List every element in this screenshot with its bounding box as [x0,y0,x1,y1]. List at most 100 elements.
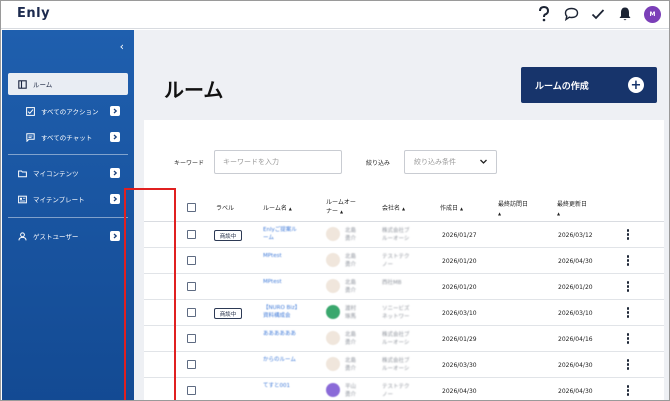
company-name-line1: 西社MB [382,280,402,286]
more-vert-icon[interactable] [626,385,630,396]
sidebar-item-label: マイテンプレート [33,196,85,204]
room-name-link[interactable]: MPtest [263,278,311,286]
owner-name-line1: 北島 [345,332,357,338]
col-owner-line2: ナー [326,208,339,215]
room-name-line2: 資料構成会 [263,313,291,319]
company-name-line1: ソニービズ [382,306,410,312]
company-name: テストテク ノー [382,253,410,269]
avatar[interactable]: M [644,5,661,23]
room-name-highlight [124,188,176,400]
company-name-line1: 株式会社ブ [382,332,410,338]
more-vert-icon[interactable] [626,255,630,266]
table-row[interactable]: MPtest 北島 勇介 テストテク ノー 2026/01/20 2026/04/30 [144,248,664,274]
company-name: 西社MB [382,279,402,287]
row-checkbox[interactable] [187,256,196,265]
col-label: ラベル [216,205,235,212]
sidebar-item-all-chats[interactable]: すべてのチャット [8,126,128,148]
row-checkbox[interactable] [187,360,196,369]
rooms-panel: キーワード キーワードを入力 絞り込み 絞り込み条件 ラベル ルーム名 ▲ ルー… [144,120,664,400]
room-name-link[interactable]: からのルーム [263,356,311,364]
enly-logo[interactable]: Enly [17,6,50,21]
select-all-checkbox[interactable] [187,203,196,212]
room-icon [18,79,27,89]
check-icon[interactable] [590,5,606,23]
table-row[interactable]: MPtest 北島 勇介 西社MB 2026/01/20 2026/01/20 [144,274,664,300]
more-vert-icon[interactable] [626,229,630,240]
keyword-label: キーワード [174,160,205,167]
owner-avatar [326,357,340,371]
row-checkbox[interactable] [187,282,196,291]
table-row[interactable]: てすと001 平山 勇介 テストテク ノー 2026/04/30 2026/04/30 [144,378,664,400]
sidebar-item-guest-users[interactable]: ゲストユーザー [8,225,128,247]
more-vert-icon[interactable] [626,307,630,318]
header-icons: M [536,5,661,23]
more-vert-icon[interactable] [626,281,630,292]
company-name-line2: ノー [382,262,394,268]
sidebar-item-my-contents[interactable]: マイコンテンツ [8,162,128,184]
sidebar-item-rooms[interactable]: ルーム [8,73,128,95]
bell-icon[interactable] [617,5,633,23]
folder-icon [18,169,27,178]
created-date: 2026/01/27 [442,232,477,239]
table-row[interactable]: 商談中 Enlyご提案ル ーム 北島 勇介 株式会社ブ ルーオーシ 2026/01/27 202… [144,222,664,248]
row-checkbox[interactable] [187,334,196,343]
more-vert-icon[interactable] [626,359,630,370]
help-icon[interactable] [536,5,552,23]
col-company[interactable]: 会社名 ▲ [382,204,405,213]
chevron-right-icon[interactable] [110,106,120,116]
sidebar-item-my-templates[interactable]: マイテンプレート [8,188,128,210]
template-icon [18,195,27,204]
company-name: ソニービズネットワー [382,305,410,321]
created-date: 2026/04/30 [442,388,477,395]
room-name-link[interactable]: ああああああ [263,330,311,338]
row-checkbox[interactable] [187,308,196,317]
table-row[interactable]: ああああああ 北島 勇介 株式会社ブ ルーオーシ 2026/01/29 2026/04/16 [144,326,664,352]
company-name: 株式会社ブ ルーオーシ [382,227,410,243]
company-name-line1: テストテク [382,384,410,390]
owner-name-line2: 勇介 [345,262,357,268]
status-badge: 商談中 [214,308,242,319]
table-row[interactable]: 商談中 【NURO Biz】 資料構成会 渡村 琢馬 ソニービズ ネットワー 2026/03/… [144,300,664,326]
owner-name-line2: 勇介 [345,340,357,346]
create-room-button[interactable]: ルームの作成 + [521,67,657,103]
owner-name-line1: 北島 [345,254,357,260]
room-name-link[interactable]: MPtest [263,252,311,260]
col-owner-line1: ルームオー [326,199,356,206]
room-name-link[interactable]: てすと001 [263,382,311,390]
room-name-link[interactable]: Enlyご提案ル ーム [263,226,311,242]
col-last-visit[interactable]: 最終訪問日 ▲ [498,200,528,218]
chevron-right-icon[interactable] [110,132,120,142]
keyword-input[interactable]: キーワードを入力 [214,150,342,174]
room-name-line1: ああああああ [263,331,297,337]
chevron-right-icon[interactable] [110,231,120,241]
owner-name: 北島 勇介 [345,331,356,347]
updated-date: 2026/03/12 [558,232,593,239]
company-name-line2: ネットワー [382,314,410,320]
col-last-update[interactable]: 最終更新日 ▲ [557,200,587,218]
owner-avatar [326,305,340,319]
created-date: 2026/03/10 [442,310,477,317]
owner-avatar [326,383,340,397]
col-room-name[interactable]: ルーム名 ▲ [263,204,292,213]
row-checkbox[interactable] [187,230,196,239]
col-owner[interactable]: ルームオー ナー ▲ [326,198,356,216]
chevron-right-icon[interactable] [110,194,120,204]
room-name-line1: からのルーム [263,357,296,363]
chat-icon[interactable] [563,5,579,23]
room-name-link[interactable]: 【NURO Biz】 資料構成会 [263,304,311,320]
chevron-right-icon[interactable] [110,168,120,178]
narrow-select-value: 絞り込み条件 [414,158,456,166]
top-bar: Enly M [1,1,669,29]
col-created[interactable]: 作成日 ▲ [440,204,463,213]
row-checkbox[interactable] [187,386,196,395]
sidebar-item-all-actions[interactable]: すべてのアクション [8,100,128,122]
checkbox-icon [26,106,35,116]
owner-name: 北島 勇介 [345,227,356,243]
room-name-line1: MPtest [263,279,282,285]
collapse-sidebar-icon[interactable]: ‹ [120,40,124,53]
table-row[interactable]: からのルーム 北島 勇介 株式会社ブ ルーオーシ 2026/03/30 2026/04/30 [144,352,664,378]
sort-icon: ▲ [401,206,406,211]
col-company-text: 会社名 [382,205,401,212]
more-vert-icon[interactable] [626,333,630,344]
narrow-select[interactable]: 絞り込み条件 [404,150,497,174]
